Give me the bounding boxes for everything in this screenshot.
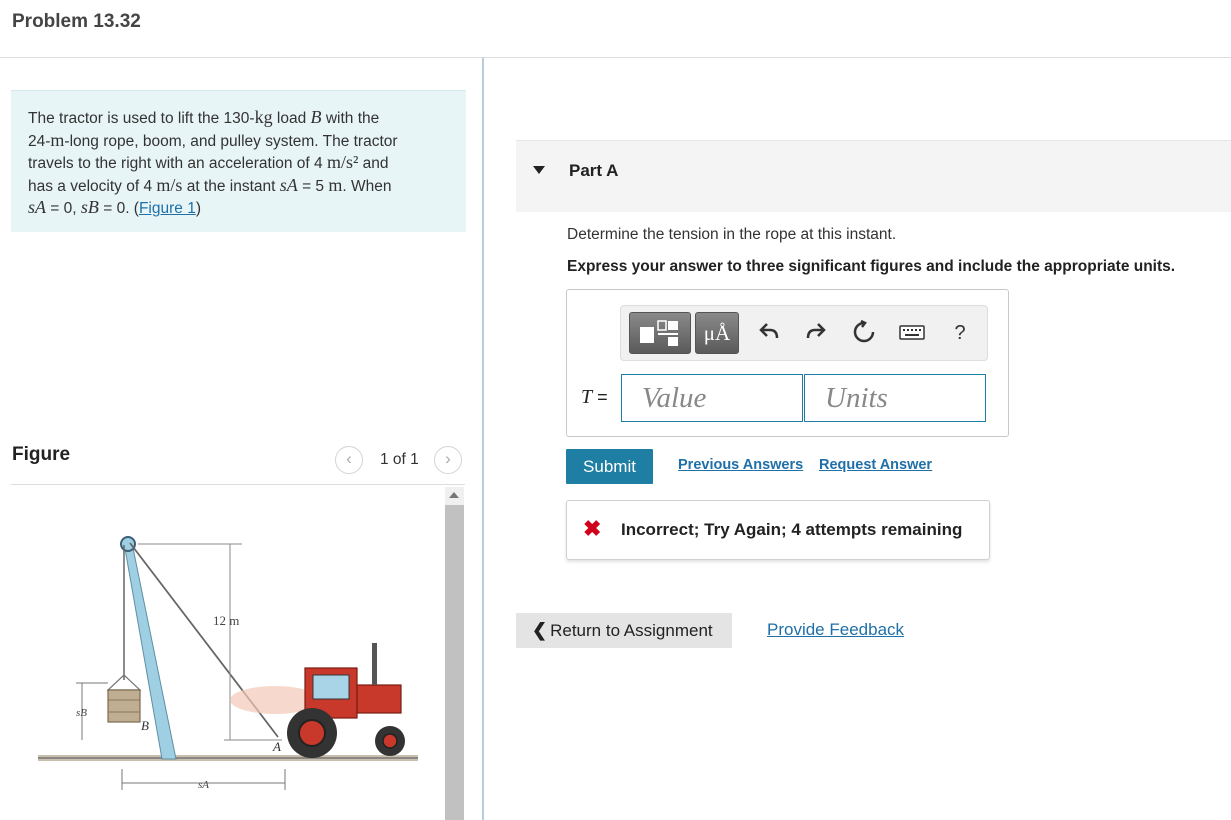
- request-answer-link[interactable]: Request Answer: [819, 457, 932, 473]
- tractor-hood: [356, 684, 402, 714]
- label-A: A: [272, 739, 281, 754]
- part-a-header[interactable]: Part A: [516, 140, 1231, 212]
- chevron-left-icon: ‹: [346, 449, 352, 468]
- boom: [123, 542, 177, 760]
- chevron-right-icon: ›: [445, 449, 451, 468]
- feedback-message: ✖ Incorrect; Try Again; 4 attempts remai…: [566, 500, 990, 560]
- figure-counter: 1 of 1: [380, 451, 419, 468]
- load-crate: [107, 689, 141, 723]
- instruction-text: Express your answer to three significant…: [567, 258, 1176, 275]
- next-figure-button[interactable]: ›: [434, 446, 462, 474]
- answer-box: μÅ ? T = Value Units: [566, 289, 1009, 437]
- redo-icon[interactable]: [801, 320, 831, 348]
- figure-heading: Figure: [12, 444, 71, 465]
- error-icon: ✖: [583, 516, 602, 541]
- tractor-window: [312, 674, 350, 700]
- units-icon: μÅ: [703, 321, 731, 345]
- figure-scrollbar[interactable]: [445, 487, 464, 820]
- scroll-up-arrow-icon[interactable]: [449, 492, 459, 498]
- figure-link[interactable]: Figure 1: [139, 200, 196, 217]
- previous-figure-button[interactable]: ‹: [335, 446, 363, 474]
- caret-down-icon[interactable]: [533, 166, 545, 174]
- return-to-assignment-button[interactable]: ❮ Return to Assignment: [516, 613, 732, 648]
- undo-icon[interactable]: [754, 320, 784, 348]
- templates-icon: [640, 320, 678, 346]
- provide-feedback-link[interactable]: Provide Feedback: [767, 620, 904, 640]
- figure-divider: [11, 484, 465, 485]
- previous-answers-link[interactable]: Previous Answers: [678, 457, 803, 473]
- label-sA: sA: [198, 779, 209, 791]
- reset-icon[interactable]: [849, 319, 879, 350]
- label-B: B: [141, 718, 149, 733]
- label-height: 12 m: [213, 613, 239, 628]
- chevron-left-icon: ❮: [532, 620, 548, 640]
- units-button[interactable]: μÅ: [695, 312, 739, 354]
- problem-statement: The tractor is used to lift the 130-kg l…: [11, 90, 466, 232]
- pane-divider[interactable]: [482, 58, 484, 820]
- rear-hub: [298, 719, 326, 747]
- exhaust-pipe: [372, 643, 377, 685]
- part-title: Part A: [569, 161, 619, 180]
- submit-button[interactable]: Submit: [566, 449, 653, 484]
- label-sB: sB: [76, 707, 87, 719]
- front-hub: [382, 733, 398, 749]
- page-header: Problem 13.32: [0, 0, 1231, 58]
- templates-button[interactable]: [629, 312, 691, 354]
- help-icon[interactable]: ?: [945, 320, 975, 346]
- variable-label: T =: [581, 386, 608, 408]
- keyboard-icon[interactable]: [897, 322, 927, 348]
- units-input[interactable]: Units: [804, 374, 986, 422]
- pulley: [120, 536, 136, 552]
- problem-title: Problem 13.32: [12, 11, 141, 32]
- scroll-thumb[interactable]: [445, 505, 464, 820]
- question-text: Determine the tension in the rope at thi…: [567, 226, 897, 243]
- tractor-boom-figure: B sB 12 m A sA: [38, 536, 418, 791]
- value-input[interactable]: Value: [621, 374, 803, 422]
- equation-toolbar: μÅ ?: [620, 305, 988, 361]
- feedback-text: Incorrect; Try Again; 4 attempts remaini…: [621, 520, 963, 539]
